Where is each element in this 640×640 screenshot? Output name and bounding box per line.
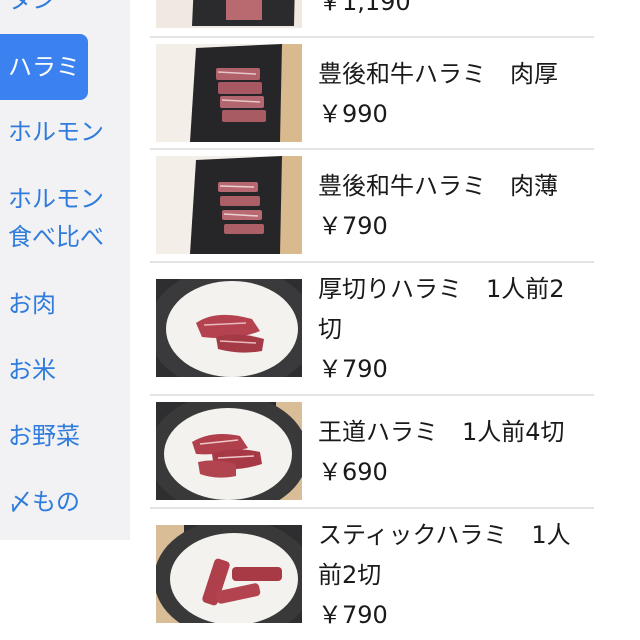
item-price: ￥690 [318, 458, 388, 486]
item-name-line2: 切 [318, 315, 342, 343]
category-label: お野菜 [8, 422, 80, 450]
menu-item[interactable]: 豊後和牛ハラミ 肉厚 ￥990 [150, 38, 594, 150]
harami-slate-photo [156, 44, 302, 142]
harami-slate-photo [156, 156, 302, 254]
item-photo [156, 44, 302, 142]
item-price: ￥790 [318, 212, 388, 240]
category-label: ホルモン [8, 118, 104, 146]
harami-slate-photo [156, 0, 302, 28]
item-photo [156, 0, 302, 28]
category-label: お肉 [8, 290, 56, 318]
category-sidebar: タン ハラミ ホルモン ホルモン 食べ比べ お肉 お米 お野菜 〆もの [0, 0, 130, 540]
category-rice[interactable]: お米 [0, 352, 130, 388]
category-label: お米 [8, 356, 56, 384]
item-name-line1: スティックハラミ 1人 [318, 521, 571, 549]
item-info: 王道ハラミ 1人前4切 ￥690 [318, 412, 590, 492]
item-name: 豊後和牛ハラミ 肉厚 [318, 60, 558, 88]
item-name-line2: 前2切 [318, 561, 382, 589]
harami-plate-photo [156, 402, 302, 500]
category-label: 〆もの [8, 488, 80, 516]
item-photo [156, 156, 302, 254]
menu-screen: タン ハラミ ホルモン ホルモン 食べ比べ お肉 お米 お野菜 〆もの ￥1,1… [0, 0, 640, 640]
menu-item[interactable]: スティックハラミ 1人 前2切 ￥790 [150, 509, 594, 640]
category-harami[interactable]: ハラミ [0, 34, 88, 100]
category-label: タン [8, 0, 56, 14]
category-vegetables[interactable]: お野菜 [0, 418, 130, 454]
harami-plate-photo [156, 279, 302, 377]
harami-stick-plate-photo [156, 525, 302, 623]
item-name: 豊後和牛ハラミ 肉薄 [318, 172, 558, 200]
category-label-line1: ホルモン [8, 185, 104, 213]
category-label-line2: 食べ比べ [8, 223, 104, 251]
category-horumon[interactable]: ホルモン [0, 114, 130, 150]
item-info: 豊後和牛ハラミ 肉厚 ￥990 [318, 54, 590, 134]
category-label: ハラミ [8, 53, 80, 81]
item-photo [156, 402, 302, 500]
item-info: 豊後和牛ハラミ 肉薄 ￥790 [318, 166, 590, 246]
item-info: ￥1,190 [318, 0, 411, 22]
menu-item[interactable]: 厚切りハラミ 1人前2 切 ￥790 [150, 263, 594, 396]
item-name: 王道ハラミ 1人前4切 [318, 418, 565, 446]
item-info: スティックハラミ 1人 前2切 ￥790 [318, 515, 590, 635]
item-price: ￥990 [318, 100, 388, 128]
menu-item[interactable]: 豊後和牛ハラミ 肉薄 ￥790 [150, 150, 594, 263]
category-shime[interactable]: 〆もの [0, 484, 130, 520]
item-photo [156, 525, 302, 623]
category-horumon-comparison[interactable]: ホルモン 食べ比べ [0, 180, 130, 256]
item-price: ￥790 [318, 601, 388, 629]
category-meat[interactable]: お肉 [0, 286, 130, 322]
item-photo [156, 279, 302, 377]
item-price: ￥790 [318, 355, 388, 383]
item-info: 厚切りハラミ 1人前2 切 ￥790 [318, 269, 590, 389]
item-name-line1: 厚切りハラミ 1人前2 [318, 275, 565, 303]
category-tongue[interactable]: タン [0, 0, 130, 18]
item-price: ￥1,190 [318, 0, 411, 16]
menu-item[interactable]: 王道ハラミ 1人前4切 ￥690 [150, 396, 594, 509]
menu-item[interactable]: ￥1,190 [150, 0, 594, 38]
